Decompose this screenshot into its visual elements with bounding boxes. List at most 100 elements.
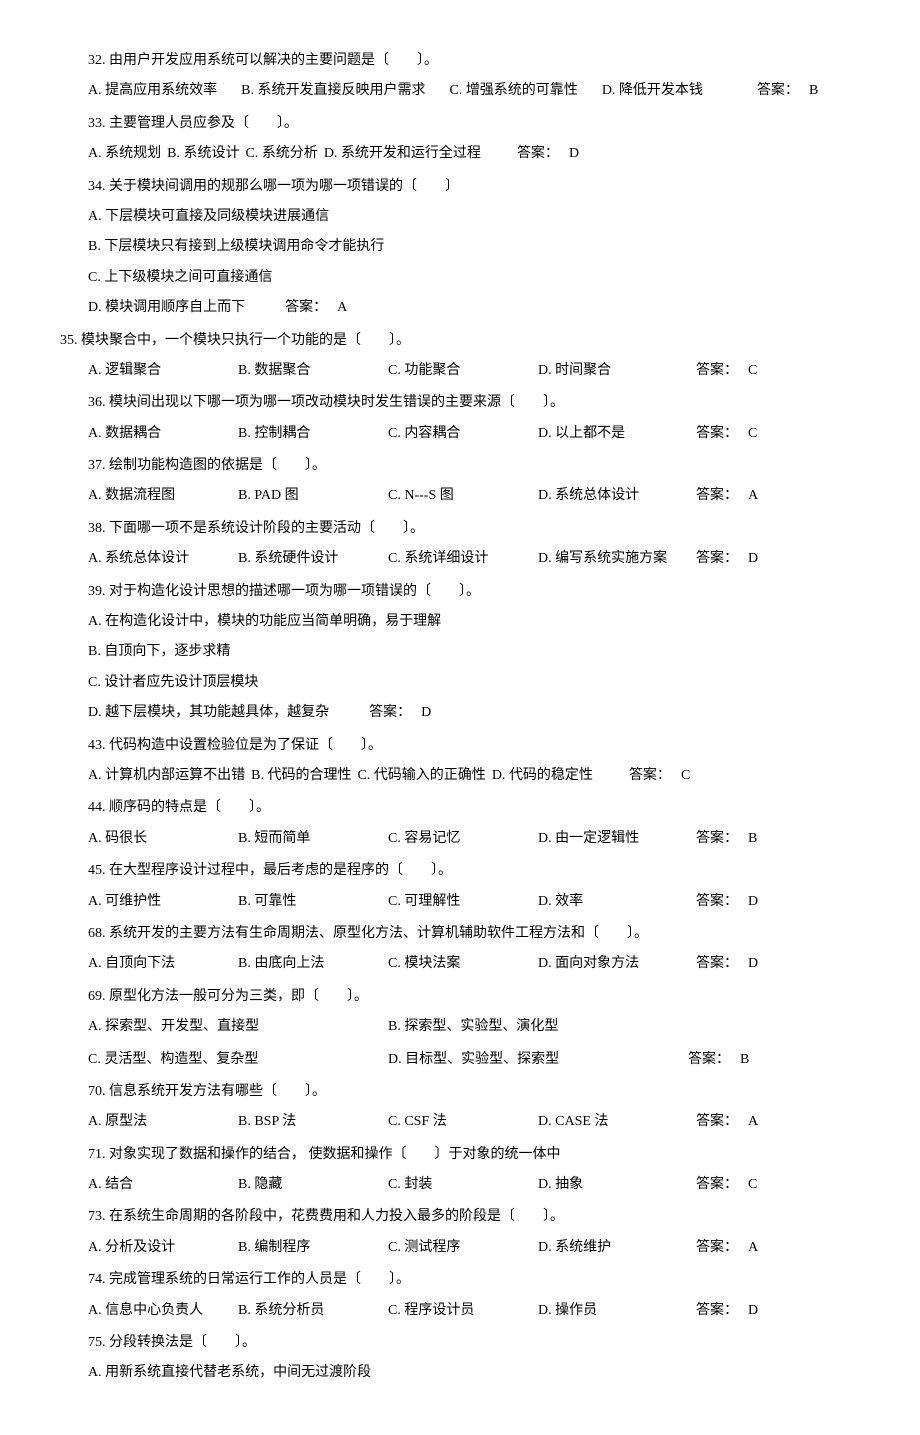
option-row: A. 分析及设计B. 编制程序C. 测试程序D. 系统维护答案：A	[60, 1237, 860, 1259]
option-text: 系统开发和运行全过程	[341, 146, 481, 161]
option: B. 编制程序	[238, 1237, 388, 1259]
option-text: 由一定逻辑性	[555, 831, 639, 846]
option-label: A.	[88, 83, 102, 98]
option: D. 代码的稳定性	[492, 765, 593, 787]
option-text: 数据流程图	[105, 488, 175, 503]
option: A. 原型法	[88, 1111, 238, 1133]
option-row: A. 计算机内部运算不出错B. 代码的合理性C. 代码输入的正确性D. 代码的稳…	[60, 765, 860, 787]
option-row: A. 探索型、开发型、直接型B. 探索型、实验型、演化型	[60, 1016, 860, 1038]
question-stem: 45. 在大型程序设计过程中，最后考虑的是程序的〔 〕。	[60, 860, 860, 882]
option: B. 由底向上法	[238, 953, 388, 975]
option: A. 信息中心负责人	[88, 1300, 238, 1322]
option: D. 系统维护	[538, 1237, 678, 1259]
option-label: D.	[324, 146, 338, 161]
option-label: C.	[88, 675, 101, 690]
option-label: B.	[238, 426, 251, 441]
option-text: 短而简单	[254, 831, 310, 846]
answer-value: D	[421, 705, 431, 720]
option-label: D.	[388, 1052, 402, 1067]
option-text: 系统开发直接反映用户需求	[257, 83, 425, 98]
question: 73. 在系统生命周期的各阶段中，花费费用和人力投入最多的阶段是〔 〕。A. 分…	[60, 1206, 860, 1259]
question: 37. 绘制功能构造图的依据是〔 〕。A. 数据流程图B. PAD 图C. N-…	[60, 455, 860, 508]
question-number: 44.	[88, 800, 106, 815]
option-row: A. 系统规划B. 系统设计C. 系统分析D. 系统开发和运行全过程答案：D	[60, 143, 860, 165]
option-label: D.	[492, 768, 506, 783]
answer-value: B	[748, 828, 757, 850]
option-label: A.	[88, 894, 102, 909]
option: D. 模块调用顺序自上而下答案：A	[60, 297, 860, 319]
option-text: 数据耦合	[105, 426, 161, 441]
question-text: 下面哪一项不是系统设计阶段的主要活动〔 〕。	[109, 521, 424, 536]
option-text: 系统规划	[105, 146, 161, 161]
option-text: 可靠性	[254, 894, 296, 909]
option: A. 数据流程图	[88, 485, 238, 507]
option-text: 逻辑聚合	[105, 363, 161, 378]
question-number: 43.	[88, 738, 106, 753]
option: D. 系统总体设计	[538, 485, 678, 507]
option-row: A. 数据耦合B. 控制耦合C. 内容耦合D. 以上都不是答案：C	[60, 423, 860, 445]
option-text: 自顶向下，逐步求精	[104, 644, 230, 659]
question-text: 关于模块间调用的规那么哪一项为哪一项错误的〔 〕	[109, 179, 459, 194]
option-label: D.	[538, 1177, 552, 1192]
option-text: 可维护性	[105, 894, 161, 909]
option: C. N---S 图	[388, 485, 538, 507]
option-text: 测试程序	[404, 1240, 460, 1255]
option-text: 面向对象方法	[555, 956, 639, 971]
answer-value: C	[681, 765, 690, 787]
answer-label: 答案：	[696, 360, 738, 382]
option-label: B.	[88, 239, 101, 254]
option: C. 设计者应先设计顶层模块	[60, 672, 860, 694]
answer-value: B	[809, 80, 818, 102]
question: 38. 下面哪一项不是系统设计阶段的主要活动〔 〕。A. 系统总体设计B. 系统…	[60, 518, 860, 571]
option: C. 内容耦合	[388, 423, 538, 445]
option: C. 模块法案	[388, 953, 538, 975]
option-label: C.	[388, 1303, 401, 1318]
option-text: 在构造化设计中，模块的功能应当简单明确，易于理解	[105, 614, 441, 629]
question-stem: 69. 原型化方法一般可分为三类，即〔 〕。	[60, 986, 860, 1008]
question-stem: 37. 绘制功能构造图的依据是〔 〕。	[60, 455, 860, 477]
option-label: D.	[538, 894, 552, 909]
option: A. 下层模块可直接及同级模块进展通信	[60, 206, 860, 228]
question-number: 68.	[88, 926, 106, 941]
question: 43. 代码构造中设置检验位是为了保证〔 〕。A. 计算机内部运算不出错B. 代…	[60, 735, 860, 788]
question-stem: 36. 模块间出现以下哪一项为哪一项改动模块时发生错误的主要来源〔 〕。	[60, 392, 860, 414]
option-text: PAD 图	[254, 488, 298, 503]
question-number: 71.	[88, 1147, 106, 1162]
question: 34. 关于模块间调用的规那么哪一项为哪一项错误的〔 〕A. 下层模块可直接及同…	[60, 176, 860, 320]
answer-label: 答案：	[285, 300, 327, 315]
answer-label: 答案：	[629, 765, 671, 787]
option: A. 提高应用系统效率	[88, 80, 217, 102]
question-number: 35.	[60, 333, 78, 348]
question-stem: 35. 模块聚合中，一个模块只执行一个功能的是〔 〕。	[60, 330, 860, 352]
option-text: 降低开发本钱	[619, 83, 703, 98]
option-label: C.	[388, 956, 401, 971]
option-label: A.	[88, 363, 102, 378]
option-text: 系统详细设计	[404, 551, 488, 566]
option: A. 码很长	[88, 828, 238, 850]
option-label: C.	[388, 1177, 401, 1192]
option-label: B.	[167, 146, 180, 161]
option-label: A.	[88, 1303, 102, 1318]
option-label: A.	[88, 956, 102, 971]
option: B. 数据聚合	[238, 360, 388, 382]
answer-label: 答案：	[696, 1237, 738, 1259]
option-label: D.	[602, 83, 616, 98]
question-number: 75.	[88, 1335, 106, 1350]
question-number: 32.	[88, 53, 106, 68]
answer-label: 答案：	[696, 953, 738, 975]
answer-value: A	[748, 1111, 758, 1133]
option: C. 代码输入的正确性	[357, 765, 485, 787]
question: 45. 在大型程序设计过程中，最后考虑的是程序的〔 〕。A. 可维护性B. 可靠…	[60, 860, 860, 913]
option-text: CASE 法	[555, 1114, 608, 1129]
option: C. 增强系统的可靠性	[449, 80, 577, 102]
option-row: A. 自顶向下法B. 由底向上法C. 模块法案D. 面向对象方法答案：D	[60, 953, 860, 975]
option: C. 功能聚合	[388, 360, 538, 382]
answer-label: 答案：	[696, 1111, 738, 1133]
option: B. 隐藏	[238, 1174, 388, 1196]
option: A. 系统规划	[88, 143, 161, 165]
option: C. 系统详细设计	[388, 548, 538, 570]
option-label: A.	[88, 1114, 102, 1129]
answer-value: A	[748, 485, 758, 507]
option-label: A.	[88, 1365, 102, 1380]
option-label: C.	[245, 146, 258, 161]
